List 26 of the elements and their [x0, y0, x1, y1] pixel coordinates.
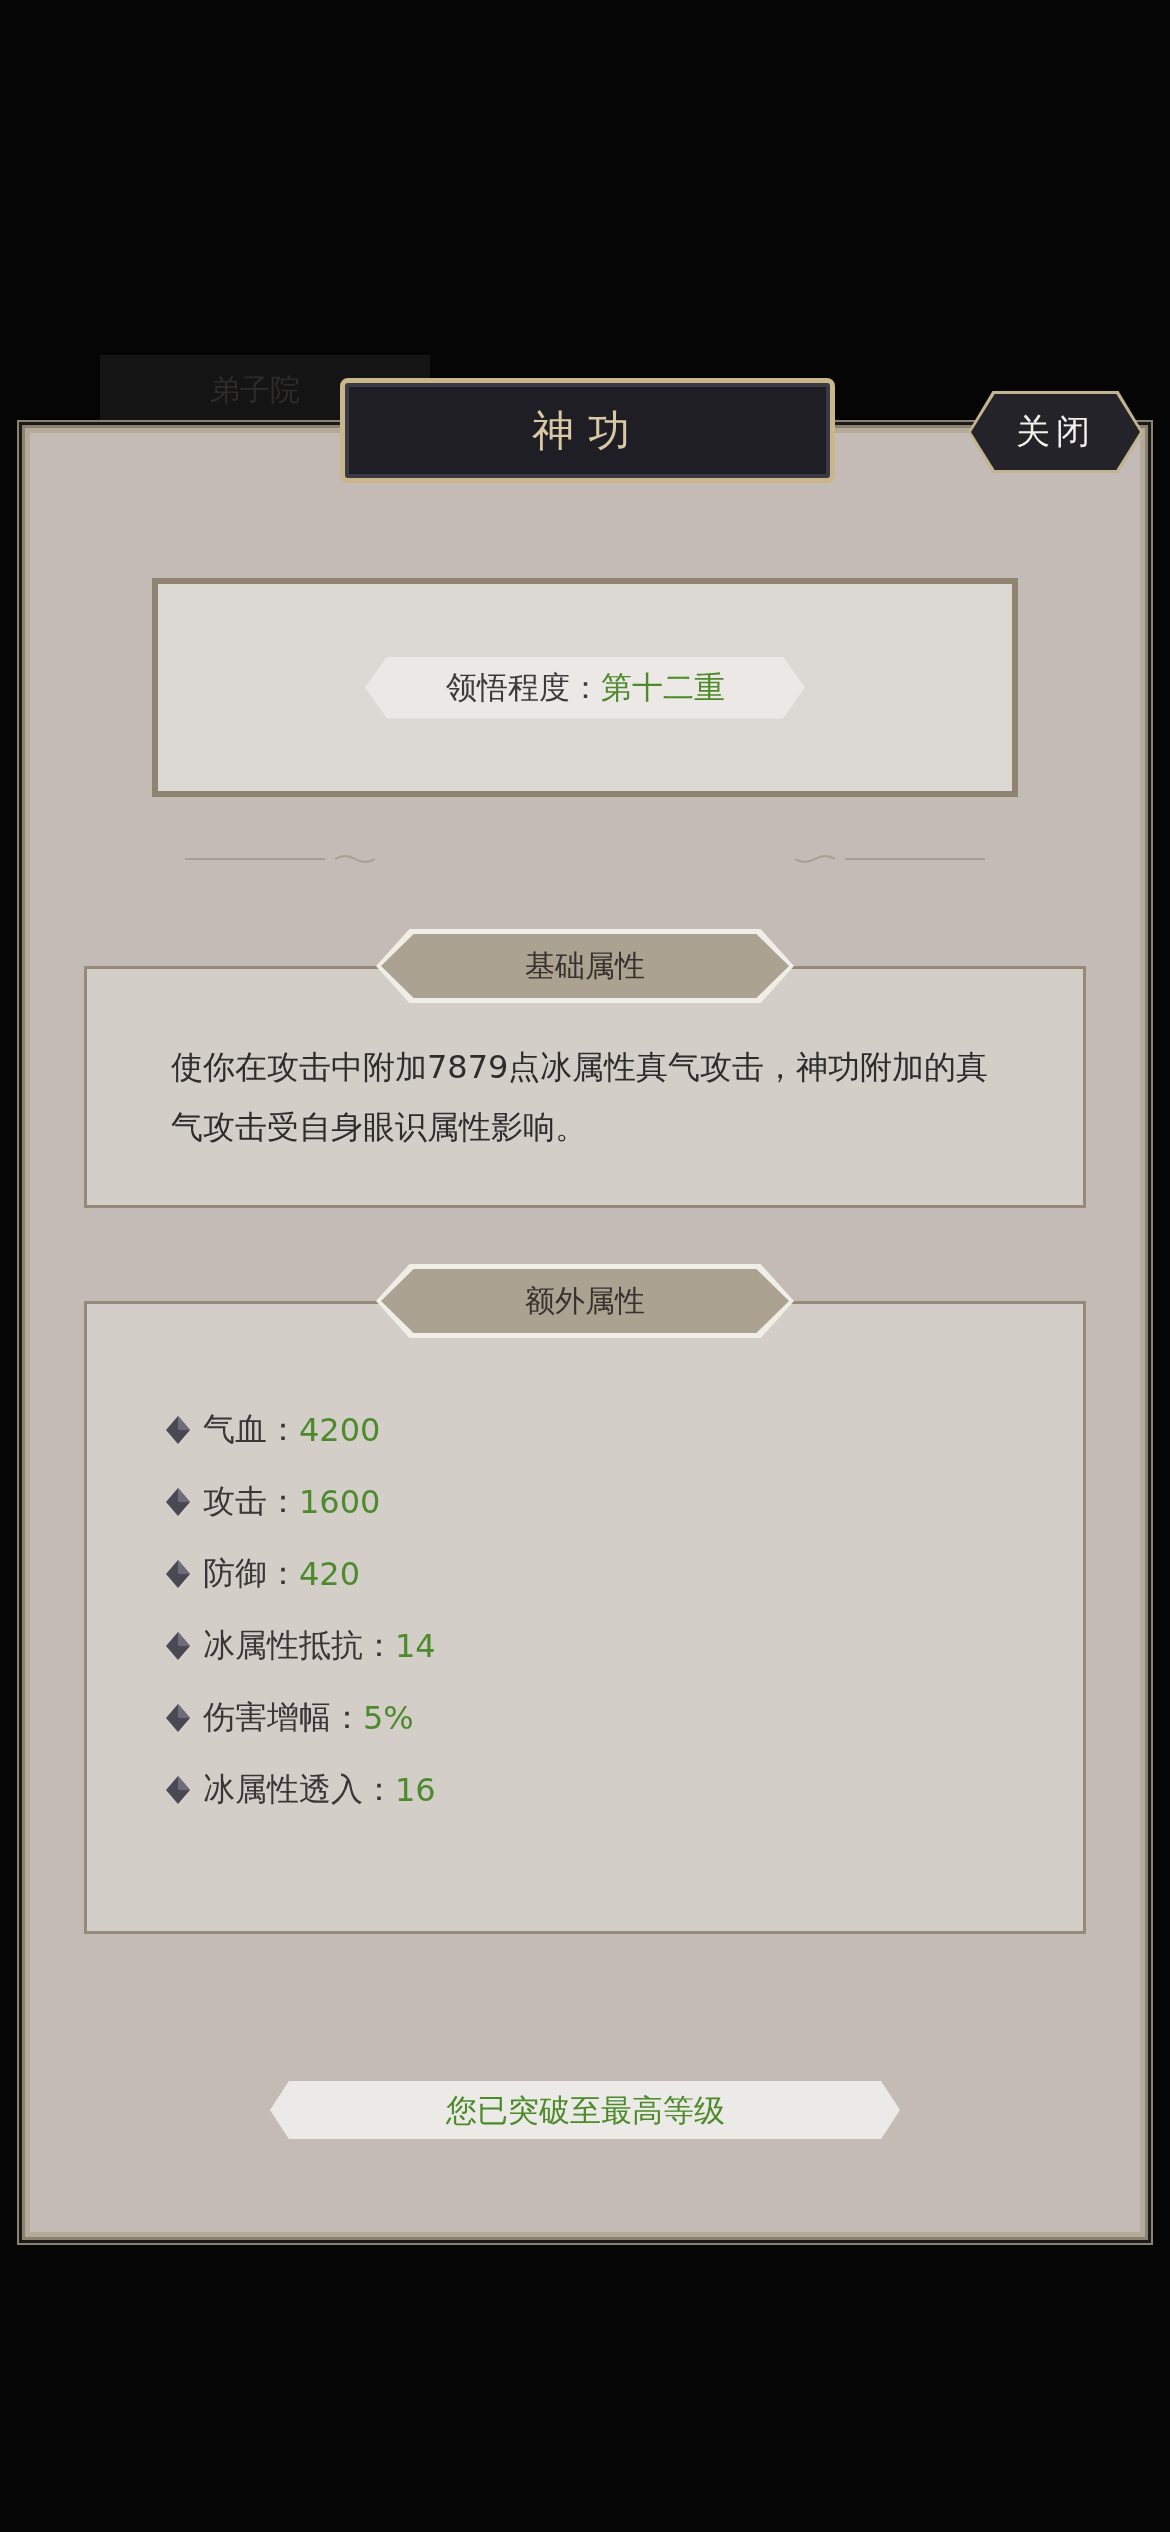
diamond-icon — [165, 1775, 191, 1805]
description-text: 使你在攻击中附加7879点冰属性真气攻击，神功附加的真气攻击受自身眼识属性影响。 — [171, 1047, 990, 1148]
dialog-title: 神功 — [340, 378, 835, 483]
comprehension-value: 第十二重 — [600, 667, 725, 707]
stat-label: 气血： — [203, 1409, 299, 1450]
diamond-icon — [165, 1559, 191, 1589]
stat-label: 攻击： — [203, 1481, 299, 1522]
close-button[interactable]: 关闭 — [968, 391, 1143, 473]
comprehension-label: 领悟程度： — [445, 667, 601, 707]
stat-label: 冰属性抵抗： — [203, 1625, 395, 1666]
stat-label: 伤害增幅： — [203, 1697, 363, 1738]
stat-value: 14 — [395, 1627, 436, 1665]
stat-label: 冰属性透入： — [203, 1769, 395, 1810]
stat-value: 16 — [395, 1771, 436, 1809]
section-header: 额外属性 — [376, 1264, 794, 1338]
stat-label: 防御： — [203, 1553, 299, 1594]
stat-value: 420 — [299, 1555, 361, 1593]
diamond-icon — [165, 1487, 191, 1517]
stat-value: 4200 — [299, 1411, 381, 1449]
stat-value: 5% — [363, 1699, 414, 1737]
stat-value: 1600 — [299, 1483, 381, 1521]
status-ribbon: 您已突破至最高等级 — [270, 2081, 900, 2139]
diamond-icon — [165, 1415, 191, 1445]
section-header: 基础属性 — [376, 929, 794, 1003]
diamond-icon — [165, 1631, 191, 1661]
diamond-icon — [165, 1703, 191, 1733]
